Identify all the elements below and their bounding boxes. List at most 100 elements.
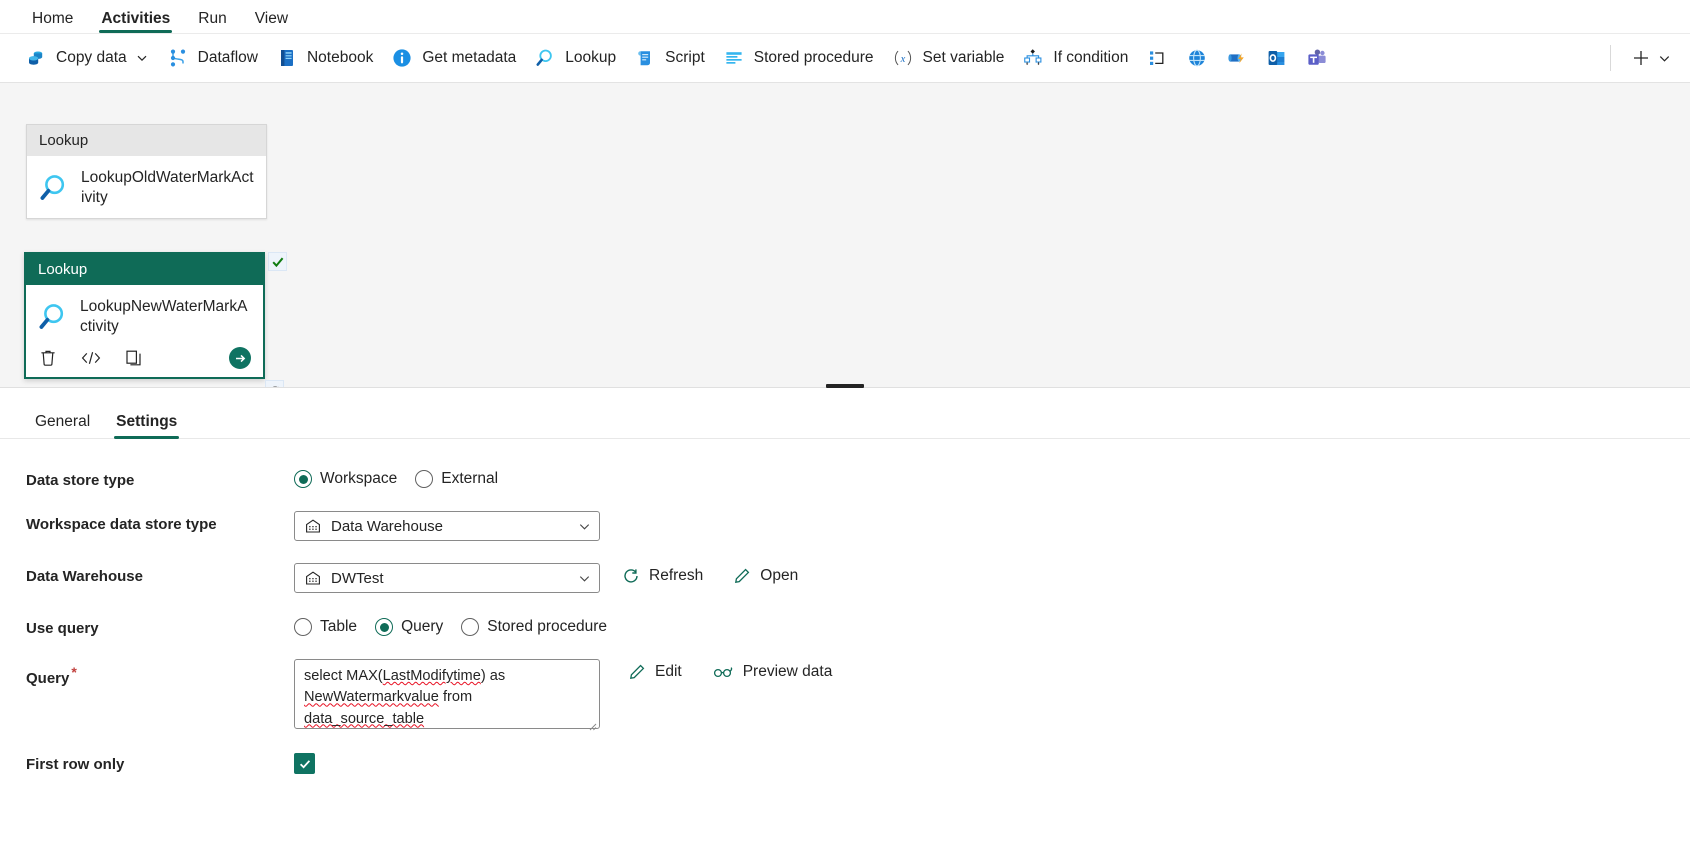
field-row-first-row-only: First row only — [0, 751, 1690, 774]
radio-dot-icon — [461, 618, 480, 636]
activity-action-bar — [26, 347, 263, 377]
script-icon — [634, 47, 656, 69]
radio-table[interactable]: Table — [294, 618, 357, 636]
field-row-data-warehouse: Data Warehouse DWTest Refresh Open — [0, 563, 1690, 593]
refresh-icon — [622, 567, 640, 585]
magnifier-icon — [37, 171, 71, 205]
splitter-grip-icon[interactable] — [826, 384, 864, 388]
radio-stored-procedure[interactable]: Stored procedure — [461, 618, 607, 636]
toolbar-if-condition-button[interactable]: If condition — [1013, 39, 1137, 77]
toolbar-power-automate-button[interactable] — [1217, 39, 1257, 77]
query-label-text: Query — [26, 670, 70, 687]
toolbar-notebook-button[interactable]: Notebook — [267, 39, 382, 77]
toolbar-copy-data-button[interactable]: Copy data — [16, 39, 158, 77]
warehouse-icon — [304, 569, 322, 587]
clone-activity-icon[interactable] — [124, 348, 144, 368]
radio-dot-icon — [375, 618, 394, 636]
ribbon-tab-home[interactable]: Home — [18, 10, 87, 34]
dataflow-icon — [167, 47, 189, 69]
toolbar-script-button[interactable]: Script — [625, 39, 714, 77]
run-activity-button[interactable] — [229, 347, 251, 369]
use-query-radio-group: Table Query Stored procedure — [294, 615, 607, 636]
first-row-only-control — [294, 751, 315, 774]
activity-card-lookup-old[interactable]: Lookup LookupOldWaterMarkActivity — [26, 124, 267, 219]
activity-body: LookupNewWaterMarkActivity — [26, 285, 263, 347]
workspace-data-store-type-select[interactable]: Data Warehouse — [294, 511, 600, 541]
data-warehouse-control: DWTest Refresh Open — [294, 563, 806, 593]
delete-activity-icon[interactable] — [38, 348, 58, 368]
radio-stored-procedure-label: Stored procedure — [487, 618, 608, 635]
activity-name-label: LookupNewWaterMarkActivity — [80, 298, 248, 335]
toolbar-outlook-button[interactable] — [1257, 39, 1297, 77]
toolbar-dataflow-button[interactable]: Dataflow — [158, 39, 267, 77]
web-globe-icon — [1186, 47, 1208, 69]
pipeline-canvas[interactable]: Lookup LookupOldWaterMarkActivity Lookup — [0, 83, 1690, 387]
toolbar-lookup-button[interactable]: Lookup — [525, 39, 625, 77]
toolbar-copy-data-label: Copy data — [56, 49, 127, 67]
toolbar-get-metadata-label: Get metadata — [422, 49, 517, 67]
field-row-query: Query * select MAX(LastModifytime) as New… — [0, 659, 1690, 731]
use-query-control: Table Query Stored procedure — [294, 615, 607, 636]
radio-external-label: External — [441, 470, 499, 487]
panel-tab-general[interactable]: General — [22, 413, 103, 439]
toolbar-add-activity-button[interactable] — [1621, 39, 1680, 77]
toolbar-notebook-label: Notebook — [306, 49, 374, 67]
query-textarea[interactable]: select MAX(LastModifytime) as NewWaterma… — [294, 659, 600, 729]
copy-data-icon — [25, 47, 47, 69]
edit-query-button[interactable]: Edit — [620, 659, 690, 685]
toolbar-switch-activity-button[interactable] — [1137, 39, 1177, 77]
open-button[interactable]: Open — [725, 563, 806, 589]
chevron-down-icon[interactable] — [136, 52, 149, 65]
chevron-down-icon[interactable] — [577, 520, 591, 533]
toolbar-teams-button[interactable] — [1297, 39, 1337, 77]
toolbar-if-condition-label: If condition — [1053, 49, 1129, 67]
view-code-icon[interactable] — [80, 348, 102, 368]
activity-output-success-handle[interactable] — [268, 252, 287, 271]
activity-type-header: Lookup — [27, 125, 266, 156]
if-condition-icon — [1022, 47, 1044, 69]
toolbar-script-label: Script — [665, 49, 705, 67]
ribbon-tab-view[interactable]: View — [241, 10, 302, 34]
query-label: Query * — [26, 659, 294, 687]
pencil-icon — [628, 663, 646, 681]
data-store-type-radio-group: Workspace External — [294, 467, 498, 488]
data-warehouse-select[interactable]: DWTest — [294, 563, 600, 593]
activity-card-lookup-new[interactable]: Lookup LookupNewWaterMarkActivity — [24, 252, 265, 379]
radio-workspace[interactable]: Workspace — [294, 470, 397, 488]
chevron-down-icon[interactable] — [577, 572, 591, 585]
preview-data-button[interactable]: Preview data — [704, 659, 841, 685]
toolbar-web-activity-button[interactable] — [1177, 39, 1217, 77]
workspace-data-store-type-value: Data Warehouse — [331, 517, 444, 535]
toolbar-get-metadata-button[interactable]: Get metadata — [382, 39, 525, 77]
ribbon-tab-bar: Home Activities Run View — [0, 0, 1690, 33]
panel-tab-settings[interactable]: Settings — [103, 413, 190, 439]
open-label: Open — [760, 567, 799, 584]
refresh-button[interactable]: Refresh — [614, 563, 711, 589]
panel-splitter[interactable] — [0, 384, 1690, 395]
svg-text:x: x — [899, 54, 905, 65]
query-textarea-wrapper: select MAX(LastModifytime) as NewWaterma… — [294, 659, 600, 731]
toolbar-set-variable-button[interactable]: x Set variable — [883, 39, 1014, 77]
radio-query[interactable]: Query — [375, 618, 443, 636]
warehouse-icon — [304, 517, 322, 535]
radio-workspace-label: Workspace — [320, 470, 398, 487]
variable-x-icon: x — [892, 47, 914, 69]
chevron-down-icon[interactable] — [1658, 52, 1671, 65]
ribbon-tab-activities[interactable]: Activities — [87, 10, 184, 34]
ribbon-tab-run[interactable]: Run — [184, 10, 240, 34]
workspace-data-store-type-control: Data Warehouse — [294, 511, 600, 541]
panel-tab-bar: General Settings — [0, 395, 1690, 439]
activity-output-completion-handle[interactable] — [265, 380, 284, 387]
first-row-only-label: First row only — [26, 756, 125, 773]
query-control: select MAX(LastModifytime) as NewWaterma… — [294, 659, 841, 731]
refresh-label: Refresh — [649, 567, 704, 584]
radio-table-label: Table — [320, 618, 358, 635]
field-row-use-query: Use query Table Query Stored procedure — [0, 615, 1690, 637]
radio-external[interactable]: External — [415, 470, 498, 488]
workspace-data-store-type-label: Workspace data store type — [26, 516, 217, 533]
first-row-only-checkbox[interactable] — [294, 753, 315, 774]
data-store-type-label: Data store type — [26, 472, 135, 489]
toolbar-stored-procedure-button[interactable]: Stored procedure — [714, 39, 883, 77]
toolbar-divider — [1610, 45, 1611, 71]
data-warehouse-value: DWTest — [331, 569, 384, 587]
